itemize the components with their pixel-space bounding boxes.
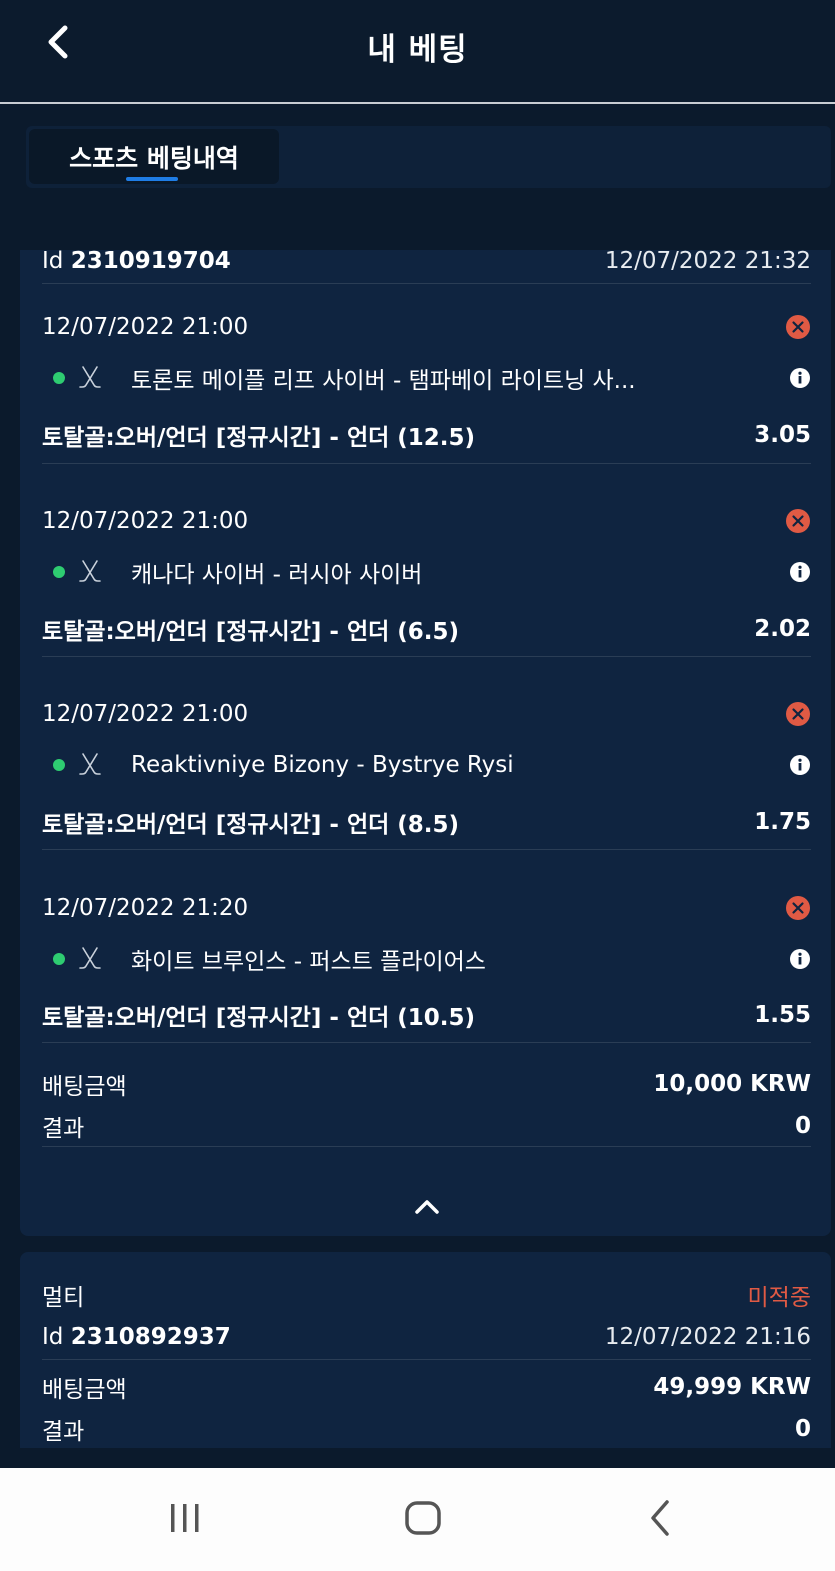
- hockey-sticks-icon: [79, 947, 101, 969]
- selection-market: 토탈골:오버/언더 [정규시간] - 언더 (10.5): [42, 1005, 476, 1031]
- selection-odds: 3.05: [754, 422, 811, 448]
- selection-header: 12/07/2022 21:00: [42, 506, 811, 536]
- system-nav-bar: [0, 1468, 835, 1571]
- selection-time: 12/07/2022 21:00: [42, 701, 249, 727]
- selection-odds: 2.02: [754, 616, 811, 642]
- bet-placed-time: 12/07/2022 21:16: [604, 1324, 811, 1350]
- divider: [42, 1359, 811, 1360]
- bet-placed-time: 12/07/2022 21:32: [604, 248, 811, 274]
- info-icon[interactable]: [789, 754, 811, 776]
- info-icon[interactable]: [789, 948, 811, 970]
- live-dot: [53, 566, 65, 578]
- divider: [42, 463, 811, 464]
- selection-header: 12/07/2022 21:00: [42, 312, 811, 342]
- selection-header: 12/07/2022 21:20: [42, 893, 811, 923]
- result-label: 결과: [42, 1419, 85, 1445]
- selection-match: 화이트 브루인스 - 퍼스트 플라이어스: [42, 944, 811, 975]
- app-header: 내 베팅: [0, 0, 835, 104]
- stake-value: 10,000 KRW: [653, 1071, 811, 1097]
- tab-active-indicator: [126, 177, 178, 181]
- selection-market-row: 토탈골:오버/언더 [정규시간] - 언더 (10.5) 1.55: [42, 1000, 811, 1031]
- selection-match: 캐나다 사이버 - 러시아 사이버: [42, 557, 811, 588]
- tab-label: 스포츠 베팅내역: [69, 143, 239, 173]
- back-nav-icon[interactable]: [647, 1498, 675, 1538]
- selection-market: 토탈골:오버/언더 [정규시간] - 언더 (8.5): [42, 812, 460, 838]
- result-row: 결과 0: [42, 1414, 811, 1445]
- info-icon[interactable]: [789, 561, 811, 583]
- selection-time: 12/07/2022 21:20: [42, 895, 249, 921]
- bet-id: Id 2310892937: [42, 1324, 231, 1350]
- result-row: 결과 0: [42, 1111, 811, 1142]
- x-circle-icon: [786, 702, 810, 726]
- tab-sports-bets[interactable]: 스포츠 베팅내역: [29, 129, 279, 184]
- x-circle-icon: [786, 509, 810, 533]
- selection-odds: 1.55: [754, 1002, 811, 1028]
- bet-id-row: Id 2310892937 12/07/2022 21:16: [42, 1322, 811, 1352]
- selection-market-row: 토탈골:오버/언더 [정규시간] - 언더 (8.5) 1.75: [42, 807, 811, 838]
- x-circle-icon: [786, 315, 810, 339]
- selection-header: 12/07/2022 21:00: [42, 699, 811, 729]
- selection-time: 12/07/2022 21:00: [42, 314, 249, 340]
- selection-time: 12/07/2022 21:00: [42, 508, 249, 534]
- page-title: 내 베팅: [367, 32, 468, 68]
- selection-market-row: 토탈골:오버/언더 [정규시간] - 언더 (12.5) 3.05: [42, 420, 811, 451]
- stake-label: 배팅금액: [42, 1377, 127, 1403]
- home-icon[interactable]: [404, 1498, 442, 1538]
- stake-row: 배팅금액 10,000 KRW: [42, 1069, 811, 1100]
- chevron-up-icon[interactable]: [412, 1194, 442, 1218]
- selection-odds: 1.75: [754, 809, 811, 835]
- divider: [42, 1146, 811, 1147]
- selection-market: 토탈골:오버/언더 [정규시간] - 언더 (12.5): [42, 425, 476, 451]
- live-dot: [53, 372, 65, 384]
- divider: [42, 1042, 811, 1043]
- live-dot: [53, 759, 65, 771]
- divider: [42, 656, 811, 657]
- bet-type: 멀티: [42, 1285, 85, 1311]
- divider: [42, 849, 811, 850]
- result-label: 결과: [42, 1116, 85, 1142]
- live-dot: [53, 953, 65, 965]
- result-value: 0: [794, 1416, 811, 1442]
- bet-id: Id 2310919704: [42, 248, 231, 274]
- x-circle-icon: [786, 896, 810, 920]
- recent-apps-icon[interactable]: [168, 1498, 202, 1538]
- info-icon[interactable]: [789, 367, 811, 389]
- result-value: 0: [794, 1113, 811, 1139]
- stake-value: 49,999 KRW: [653, 1374, 811, 1400]
- bet-card: Id 2310919704 12/07/2022 21:32 12/07/202…: [20, 248, 831, 1236]
- selection-market: 토탈골:오버/언더 [정규시간] - 언더 (6.5): [42, 619, 460, 645]
- stake-row: 배팅금액 49,999 KRW: [42, 1372, 811, 1403]
- hockey-sticks-icon: [79, 753, 101, 775]
- selection-market-row: 토탈골:오버/언더 [정규시간] - 언더 (6.5) 2.02: [42, 614, 811, 645]
- divider: [42, 283, 811, 284]
- bet-type-row: 멀티 미적중: [42, 1280, 811, 1311]
- stake-label: 배팅금액: [42, 1074, 127, 1100]
- status-badge: 미적중: [747, 1285, 811, 1311]
- tab-bar: 스포츠 베팅내역: [26, 126, 831, 188]
- bet-card[interactable]: 멀티 미적중 Id 2310892937 12/07/2022 21:16 배팅…: [20, 1252, 831, 1448]
- selection-match: Reaktivniye Bizony - Bystrye Rysi: [42, 750, 811, 780]
- selection-match: 토론토 메이플 리프 사이버 - 탬파베이 라이트닝 사...: [42, 363, 811, 394]
- hockey-sticks-icon: [79, 560, 101, 582]
- hockey-sticks-icon: [79, 366, 101, 388]
